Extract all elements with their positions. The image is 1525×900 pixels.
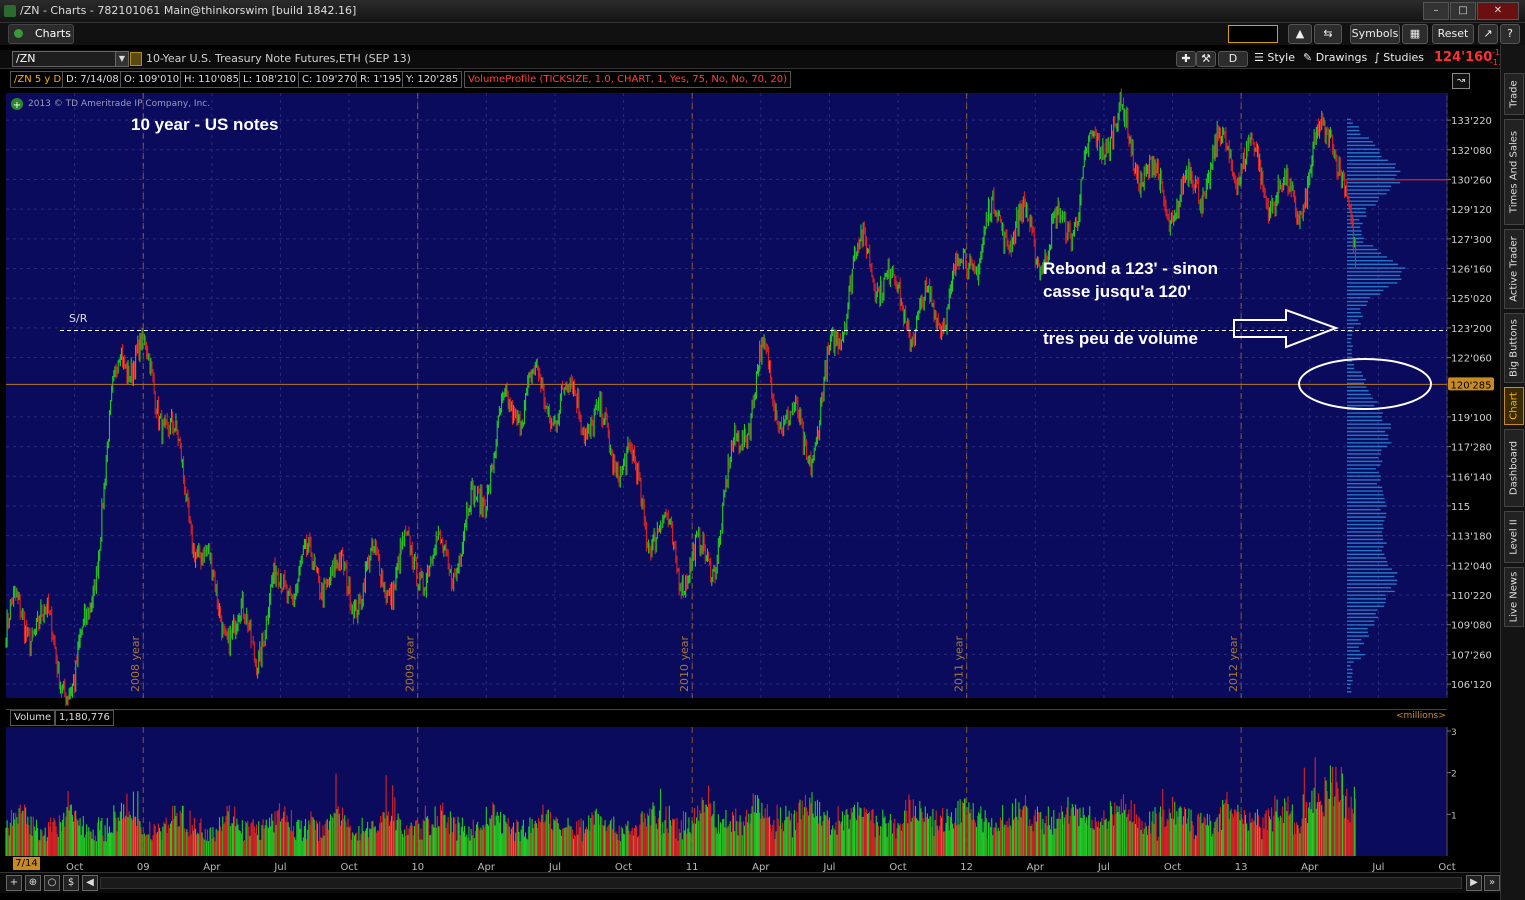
sidebar-tab-chart-label: Chart bbox=[1508, 392, 1520, 420]
price-label: 133'220 bbox=[1451, 116, 1492, 127]
volume-axis-label: 2 bbox=[1451, 770, 1457, 780]
zoom-in-icon[interactable]: + bbox=[6, 875, 22, 891]
price-panel-bg bbox=[6, 93, 1447, 698]
dollar-icon[interactable]: $ bbox=[63, 875, 79, 891]
year-label: 2008 year bbox=[129, 635, 142, 692]
sidebar-tab-level-ii[interactable]: Level II bbox=[1504, 511, 1524, 563]
sidebar-tab-live-news[interactable]: Live News bbox=[1504, 567, 1524, 627]
zoom-out-icon[interactable]: ⊕ bbox=[25, 875, 41, 891]
sidebar-tab-active-trader-label: Active Trader bbox=[1508, 236, 1520, 302]
rebound-note-line2: casse jusqu'a 120' bbox=[1043, 282, 1191, 301]
sidebar-tab-dashboard-label: Dashboard bbox=[1508, 440, 1520, 496]
volume-header bbox=[6, 709, 1447, 726]
horizontal-scrollbar[interactable] bbox=[100, 877, 1462, 889]
copyright-text: 2013 © TD Ameritrade IP Company, Inc. bbox=[28, 99, 211, 109]
volume-units: <millions> bbox=[1396, 711, 1446, 721]
price-label: 126'160 bbox=[1451, 265, 1492, 276]
volume-label[interactable]: Volume bbox=[10, 710, 56, 726]
magnifier-icon[interactable]: ○ bbox=[44, 875, 60, 891]
current-price-text: 120'285 bbox=[1451, 380, 1492, 391]
price-label: 119'100 bbox=[1451, 413, 1492, 424]
price-label: 109'080 bbox=[1451, 621, 1492, 632]
price-label: 112'040 bbox=[1451, 561, 1492, 572]
year-label: 2009 year bbox=[404, 635, 417, 692]
price-label: 123'200 bbox=[1451, 324, 1492, 335]
sidebar-tab-chart[interactable]: Chart bbox=[1504, 387, 1524, 425]
price-label: 125'020 bbox=[1451, 294, 1492, 305]
price-label: 115 bbox=[1451, 502, 1470, 513]
price-label: 116'140 bbox=[1451, 472, 1492, 483]
price-label: 127'300 bbox=[1451, 235, 1492, 246]
sidebar-tab-trade-label: Trade bbox=[1508, 80, 1520, 108]
year-label: 2010 year bbox=[678, 635, 691, 692]
volume-axis-labels: 1 2 3 bbox=[1447, 728, 1457, 821]
price-label: 113'180 bbox=[1451, 532, 1492, 543]
date-badge: 7/14 bbox=[13, 857, 40, 870]
rebound-note-line1: Rebond a 123' - sinon bbox=[1043, 259, 1219, 278]
sidebar-tab-big-buttons[interactable]: Big Buttons bbox=[1504, 313, 1524, 383]
right-sidebar: Trade Times And Sales Active Trader Big … bbox=[1500, 45, 1525, 900]
price-label: 122'060 bbox=[1451, 354, 1492, 365]
volume-axis-label: 1 bbox=[1451, 811, 1457, 821]
price-label: 110'220 bbox=[1451, 591, 1492, 602]
sidebar-tab-level-ii-label: Level II bbox=[1508, 519, 1520, 555]
chart-plus-glyph: + bbox=[13, 100, 21, 111]
price-label: 129'120 bbox=[1451, 205, 1492, 216]
volume-axis-label: 3 bbox=[1451, 728, 1457, 738]
help-button[interactable]: ? bbox=[1500, 24, 1520, 44]
volume-value: 1,180,776 bbox=[55, 710, 114, 726]
scroll-end-icon[interactable]: » bbox=[1484, 875, 1500, 891]
chart-annotation-title: 10 year - US notes bbox=[131, 115, 279, 134]
sidebar-tab-big-buttons-label: Big Buttons bbox=[1508, 319, 1520, 377]
sidebar-tab-live-news-label: Live News bbox=[1508, 571, 1520, 623]
sr-label: S/R bbox=[69, 312, 88, 325]
sidebar-tab-dashboard[interactable]: Dashboard bbox=[1504, 429, 1524, 507]
sidebar-tab-trade[interactable]: Trade bbox=[1504, 73, 1524, 115]
price-label: 132'080 bbox=[1451, 146, 1492, 157]
price-axis-labels: 133'220 132'080 130'260 129'120 127'300 126'1… bbox=[1447, 116, 1492, 691]
price-label: 107'260 bbox=[1451, 650, 1492, 661]
sidebar-tab-times-and-sales[interactable]: Times And Sales bbox=[1504, 119, 1524, 225]
price-label: 106'120 bbox=[1451, 680, 1492, 691]
price-chart[interactable]: 2008 year 2009 year 2010 year 2011 year 2012… bbox=[0, 0, 1500, 900]
current-price-marker: 120'285 bbox=[1448, 377, 1494, 391]
scroll-right-icon[interactable]: ▶ bbox=[1466, 875, 1482, 891]
year-label: 2011 year bbox=[953, 635, 966, 692]
sidebar-tab-times-and-sales-label: Times And Sales bbox=[1508, 130, 1520, 214]
year-label: 2012 year bbox=[1227, 635, 1240, 692]
price-label: 130'260 bbox=[1451, 175, 1492, 186]
sidebar-tab-active-trader[interactable]: Active Trader bbox=[1504, 229, 1524, 309]
price-label: 117'280 bbox=[1451, 443, 1492, 454]
scroll-left-icon[interactable]: ◀ bbox=[82, 875, 98, 891]
low-volume-note: tres peu de volume bbox=[1043, 329, 1198, 348]
